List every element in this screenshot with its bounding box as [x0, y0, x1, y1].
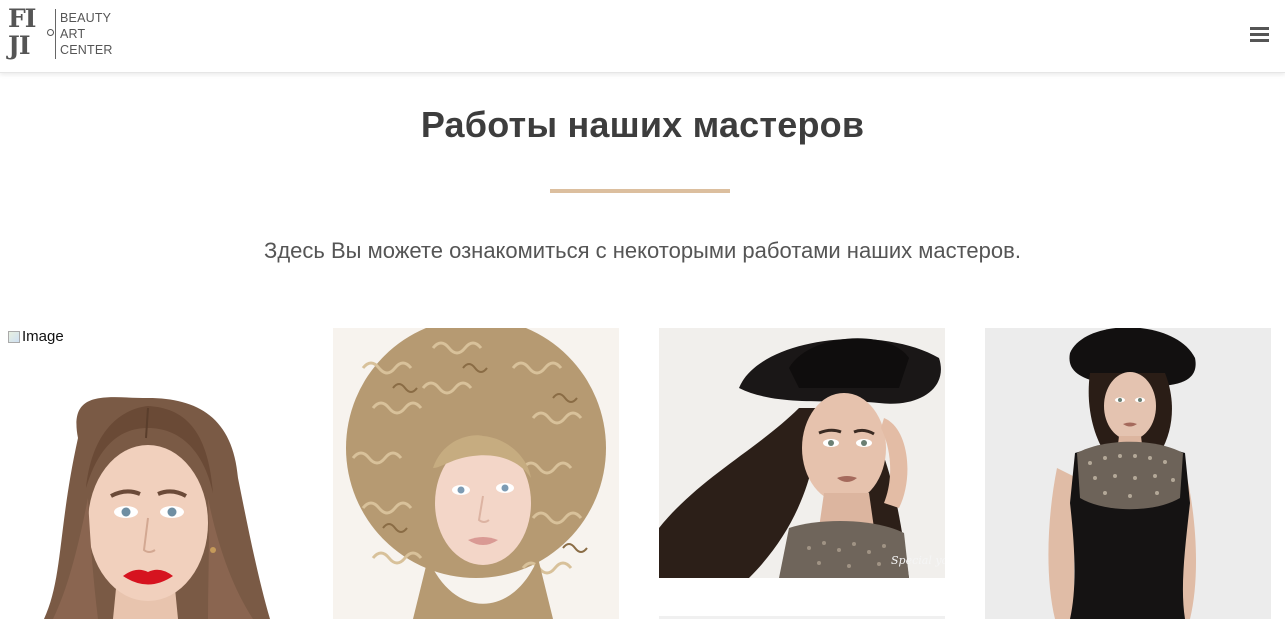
page-subtitle: Здесь Вы можете ознакомиться с некоторым… [264, 238, 1021, 263]
gallery-item[interactable] [985, 328, 1271, 619]
logo-text-line: CENTER [60, 43, 113, 57]
gallery-photo [44, 397, 270, 619]
logo-mark: FI JI [8, 4, 54, 62]
menu-bar [1250, 27, 1269, 30]
hamburger-menu-icon[interactable] [1249, 25, 1271, 43]
logo-text: BEAUTY ART CENTER [60, 10, 113, 58]
logo-text-line: BEAUTY [60, 11, 112, 25]
gallery-photo: Special you [659, 328, 945, 578]
gallery-photo [985, 328, 1271, 619]
broken-image-icon [8, 330, 20, 343]
logo-dot [47, 29, 54, 36]
photo-signature: Special you [891, 554, 945, 567]
gallery-item[interactable]: Image [8, 328, 294, 619]
gallery-photo [333, 328, 619, 619]
logo-mark-row2: JI [8, 31, 31, 60]
title-divider [550, 189, 730, 193]
logo-text-line: ART [60, 27, 86, 41]
menu-bar [1250, 39, 1269, 42]
menu-bar [1250, 33, 1269, 36]
broken-image-placeholder: Image [8, 328, 64, 345]
gallery-item[interactable] [333, 328, 619, 619]
image-alt-text: Image [22, 328, 64, 345]
page-title: Работы наших мастеров [420, 104, 865, 145]
logo-mark-row1: FI [8, 4, 36, 33]
logo-separator [55, 9, 56, 59]
site-logo[interactable]: FI JI BEAUTY ART CENTER [8, 6, 113, 62]
gallery-item[interactable]: Special you [659, 328, 945, 578]
site-header: FI JI BEAUTY ART CENTER [0, 0, 1285, 73]
